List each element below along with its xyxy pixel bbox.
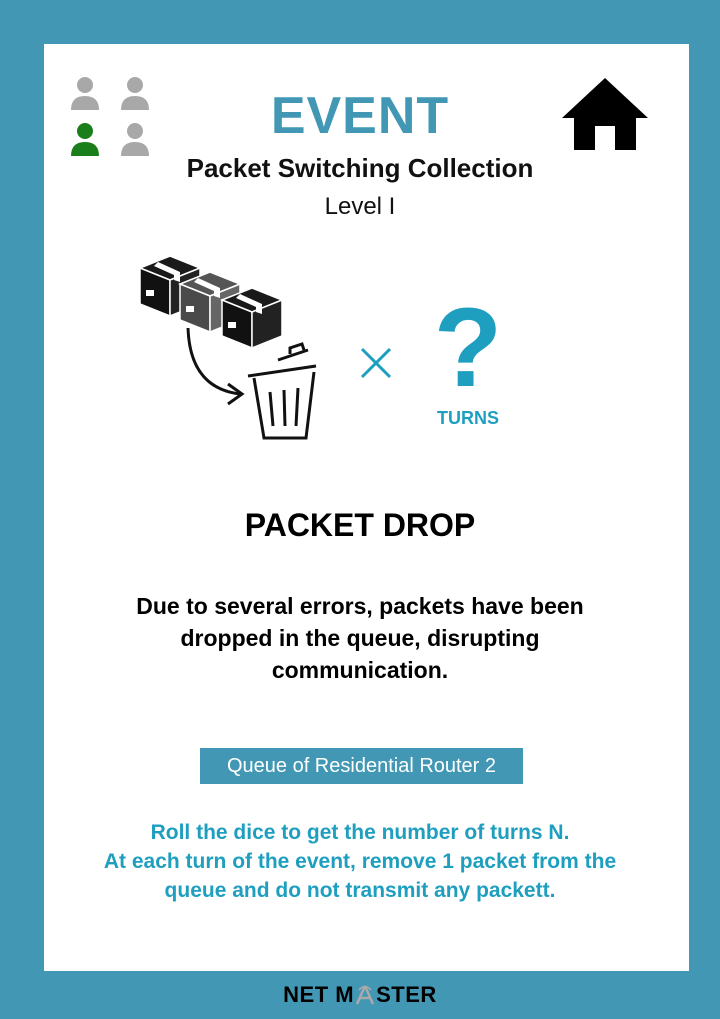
instruction-line: queue and do not transmit any packett.	[164, 879, 556, 902]
multiply-icon	[353, 340, 399, 386]
event-description: Due to several errors, packets have been…	[100, 590, 620, 686]
antenna-a-icon	[354, 983, 376, 1005]
level-label: Level I	[324, 193, 396, 220]
packet-box-icon	[219, 287, 285, 350]
description-line: communication.	[271, 657, 449, 683]
event-name: PACKET DROP	[244, 507, 476, 543]
trash-icon	[247, 342, 317, 440]
turns-unknown-icon: ?	[433, 285, 503, 410]
collection-name: Packet Switching Collection	[186, 153, 534, 183]
brand-text-start: NET M	[283, 982, 355, 1007]
instruction-line: Roll the dice to get the number of turns…	[150, 821, 570, 844]
description-line: Due to several errors, packets have been	[136, 593, 584, 619]
brand-text-end: STER	[376, 982, 437, 1007]
description-line: dropped in the queue, disrupting	[180, 625, 540, 651]
brand-logo: NET M STER	[0, 982, 720, 1008]
target-badge: Queue of Residential Router 2	[200, 748, 523, 784]
instruction-line: At each turn of the event, remove 1 pack…	[103, 850, 617, 873]
turns-label: TURNS	[437, 408, 499, 428]
card-title: EVENT	[270, 87, 450, 145]
event-instructions: Roll the dice to get the number of turns…	[60, 818, 660, 905]
